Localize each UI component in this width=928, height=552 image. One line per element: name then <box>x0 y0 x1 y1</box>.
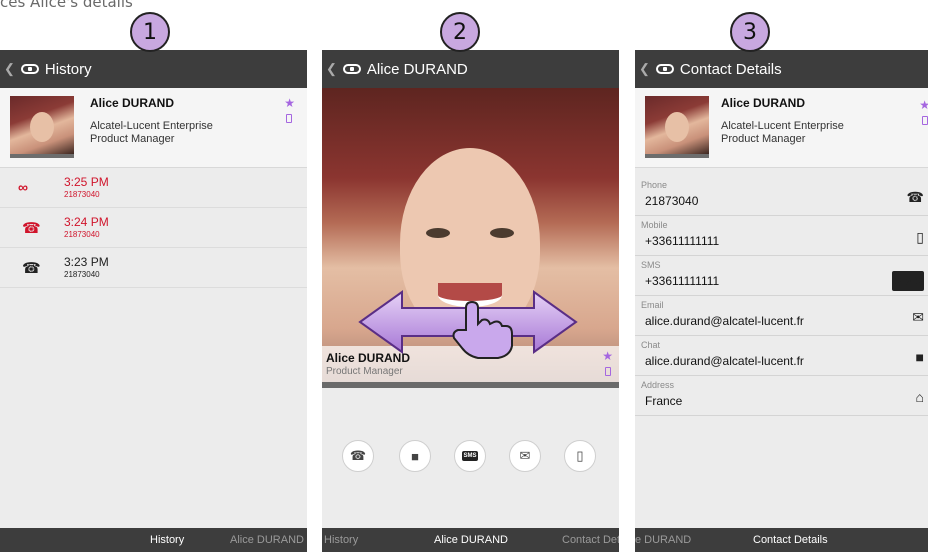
email-icon: ✉ <box>912 309 924 325</box>
back-chevron-icon[interactable]: ❮ <box>326 61 337 77</box>
tab-strip: e DURAND Contact Details <box>635 528 928 552</box>
eye <box>490 228 514 238</box>
mobile-button[interactable]: ▯ <box>564 440 596 472</box>
call-time: 3:24 PM <box>64 215 109 229</box>
field-label: SMS <box>641 260 661 270</box>
field-value: France <box>645 394 683 408</box>
step-badge-1: 1 <box>130 12 170 52</box>
screen-title: Contact Details <box>679 60 782 78</box>
contact-name: Alice DURAND <box>721 96 806 110</box>
field-value: 21873040 <box>645 194 699 208</box>
phone-icon: ☎ <box>906 189 924 205</box>
history-row[interactable]: ☎ 3:24 PM 21873040 <box>0 209 307 248</box>
contact-role: Product Manager <box>721 133 806 145</box>
field-value: +33611111111 <box>645 274 720 288</box>
call-time: 3:23 PM <box>64 255 109 269</box>
app-bar: ❮ Alice DURAND <box>322 50 619 88</box>
step-badge-2: 2 <box>440 12 480 52</box>
home-icon: ⌂ <box>915 389 924 405</box>
back-chevron-icon[interactable]: ❮ <box>4 61 15 77</box>
tab-history[interactable]: History <box>324 534 358 546</box>
contact-details-screen: ❮ Contact Details Alice DURAND Alcatel-L… <box>635 50 928 552</box>
app-logo-icon <box>342 64 361 74</box>
field-label: Phone <box>641 180 668 190</box>
field-label: Chat <box>641 340 661 350</box>
field-mobile[interactable]: Mobile +33611111111 ▯ <box>635 217 928 256</box>
mobile-device-icon <box>922 116 928 125</box>
contact-card[interactable]: Alice DURAND Alcatel-Lucent Enterprise P… <box>0 88 307 168</box>
tab-strip: History Alice DURAND <box>0 528 307 552</box>
favorite-star-icon[interactable]: ★ <box>602 349 613 363</box>
chat-icon: ■ <box>915 349 924 365</box>
eye <box>426 228 450 238</box>
history-screen: ❮ History Alice DURAND Alcatel-Lucent En… <box>0 50 307 552</box>
history-row[interactable]: ∞ 3:25 PM 21873040 <box>0 169 307 208</box>
tab-alice-durand[interactable]: e DURAND <box>635 534 691 546</box>
call-time: 3:25 PM <box>64 175 109 189</box>
email-icon: ✉ <box>519 448 531 463</box>
phone-icon: ☎ <box>349 448 367 463</box>
tab-contact-details[interactable]: Contact Det <box>562 534 619 546</box>
field-address[interactable]: Address France ⌂ <box>635 377 928 416</box>
mobile-icon: ▯ <box>576 448 584 463</box>
chat-button[interactable]: ■ <box>399 440 431 472</box>
field-label: Mobile <box>641 220 668 230</box>
missed-call-icon: ☎ <box>22 220 41 237</box>
field-chat[interactable]: Chat alice.durand@alcatel-lucent.fr ■ <box>635 337 928 376</box>
field-value: alice.durand@alcatel-lucent.fr <box>645 314 804 328</box>
contact-name: Alice DURAND <box>90 96 175 110</box>
step-badge-3: 3 <box>730 12 770 52</box>
call-number: 21873040 <box>64 270 100 279</box>
field-email[interactable]: Email alice.durand@alcatel-lucent.fr ✉ <box>635 297 928 336</box>
contact-company: Alcatel-Lucent Enterprise <box>90 120 213 132</box>
field-phone[interactable]: Phone 21873040 ☎ <box>635 177 928 216</box>
tab-alice-durand[interactable]: Alice DURAND <box>434 534 508 546</box>
app-logo-icon <box>655 64 674 74</box>
screen-title: Alice DURAND <box>366 60 468 78</box>
avatar <box>645 96 709 158</box>
email-button[interactable]: ✉ <box>509 440 541 472</box>
tab-contact-details[interactable]: Contact Details <box>753 534 828 546</box>
field-label: Address <box>641 380 675 390</box>
app-logo-icon <box>20 64 39 74</box>
mobile-icon: ▯ <box>916 229 924 245</box>
contact-card-screen: ❮ Alice DURAND Alice DURAND Product Mana… <box>322 50 619 552</box>
mobile-device-icon <box>605 367 611 376</box>
chat-icon: ■ <box>411 448 419 464</box>
avatar <box>10 96 74 158</box>
field-value: alice.durand@alcatel-lucent.fr <box>645 354 804 368</box>
app-bar: ❮ Contact Details <box>635 50 928 88</box>
sms-icon: SMS <box>462 451 478 461</box>
field-label: Email <box>641 300 664 310</box>
field-sms[interactable]: SMS +33611111111 SMS <box>635 257 928 296</box>
app-bar: ❮ History <box>0 50 307 88</box>
incoming-call-icon: ☎ <box>22 260 41 277</box>
screen-title: History <box>44 60 92 78</box>
mobile-device-icon <box>286 114 292 123</box>
call-number: 21873040 <box>64 190 100 199</box>
photo-divider <box>322 382 619 388</box>
tab-alice-durand[interactable]: Alice DURAND <box>230 534 304 546</box>
tab-history[interactable]: History <box>150 534 184 546</box>
swipe-arrow-icon <box>358 290 578 359</box>
voicemail-icon: ∞ <box>18 179 28 195</box>
favorite-star-icon[interactable]: ★ <box>919 98 928 112</box>
favorite-star-icon[interactable]: ★ <box>284 96 295 110</box>
sms-icon: SMS <box>891 271 924 291</box>
field-value: +33611111111 <box>645 234 720 248</box>
contact-card[interactable]: Alice DURAND Alcatel-Lucent Enterprise P… <box>635 88 928 168</box>
call-button[interactable]: ☎ <box>342 440 374 472</box>
sms-button[interactable]: SMS <box>454 440 486 472</box>
tab-strip: History Alice DURAND Contact Det <box>322 528 619 552</box>
back-chevron-icon[interactable]: ❮ <box>639 61 650 77</box>
call-number: 21873040 <box>64 230 100 239</box>
contact-company: Alcatel-Lucent Enterprise <box>721 120 844 132</box>
contact-role: Product Manager <box>326 366 403 377</box>
history-row[interactable]: ☎ 3:23 PM 21873040 <box>0 249 307 288</box>
contact-role: Product Manager <box>90 133 175 145</box>
